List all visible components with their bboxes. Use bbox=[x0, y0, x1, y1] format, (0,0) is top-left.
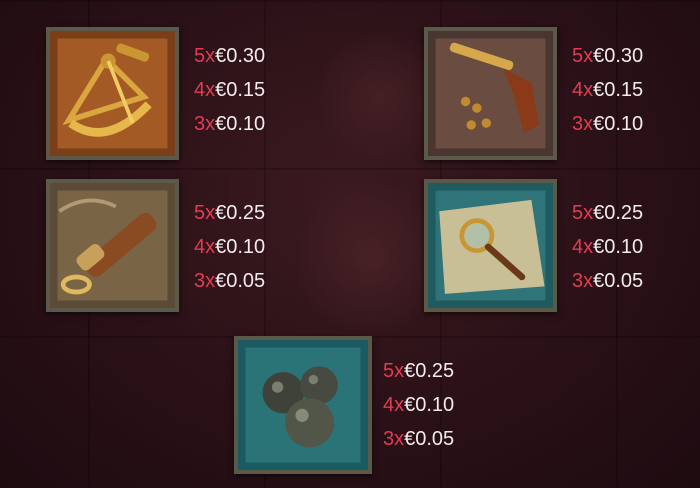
background-pirate-figure bbox=[320, 20, 440, 170]
pay-row: 5x€0.30 bbox=[194, 45, 266, 67]
symbol-card-cannonballs bbox=[234, 336, 372, 474]
pay-row: 4x€0.15 bbox=[572, 79, 644, 101]
pay-row: 3x€0.10 bbox=[194, 113, 266, 135]
cannonballs-icon bbox=[238, 340, 368, 470]
paytable-magnifier-map: 5x€0.25 4x€0.10 3x€0.05 bbox=[572, 196, 692, 298]
symbol-card-spyglass bbox=[46, 179, 179, 312]
paytable-spyglass: 5x€0.25 4x€0.10 3x€0.05 bbox=[194, 196, 314, 298]
pay-row: 5x€0.25 bbox=[572, 202, 644, 224]
pay-row: 5x€0.30 bbox=[572, 45, 644, 67]
pay-row: 5x€0.25 bbox=[194, 202, 266, 224]
pay-row: 4x€0.10 bbox=[194, 236, 266, 258]
spyglass-icon bbox=[50, 183, 175, 308]
paytable-pistol: 5x€0.30 4x€0.15 3x€0.10 bbox=[572, 39, 692, 141]
pay-row: 4x€0.10 bbox=[383, 394, 455, 416]
pay-row: 3x€0.10 bbox=[572, 113, 644, 135]
pay-row: 3x€0.05 bbox=[383, 428, 455, 450]
pay-row: 5x€0.25 bbox=[383, 360, 455, 382]
paytable-cannonballs: 5x€0.25 4x€0.10 3x€0.05 bbox=[383, 354, 503, 456]
pay-row: 4x€0.15 bbox=[194, 79, 266, 101]
symbol-card-pistol bbox=[424, 27, 557, 160]
pay-row: 3x€0.05 bbox=[194, 270, 266, 292]
magnifier-map-icon bbox=[428, 183, 553, 308]
pay-row: 3x€0.05 bbox=[572, 270, 644, 292]
pistol-icon bbox=[428, 31, 553, 156]
sextant-icon bbox=[50, 31, 175, 156]
pay-row: 4x€0.10 bbox=[572, 236, 644, 258]
background-pirate-figure bbox=[300, 170, 440, 350]
symbol-card-magnifier-map bbox=[424, 179, 557, 312]
paytable-sextant: 5x€0.30 4x€0.15 3x€0.10 bbox=[194, 39, 314, 141]
symbol-card-sextant bbox=[46, 27, 179, 160]
